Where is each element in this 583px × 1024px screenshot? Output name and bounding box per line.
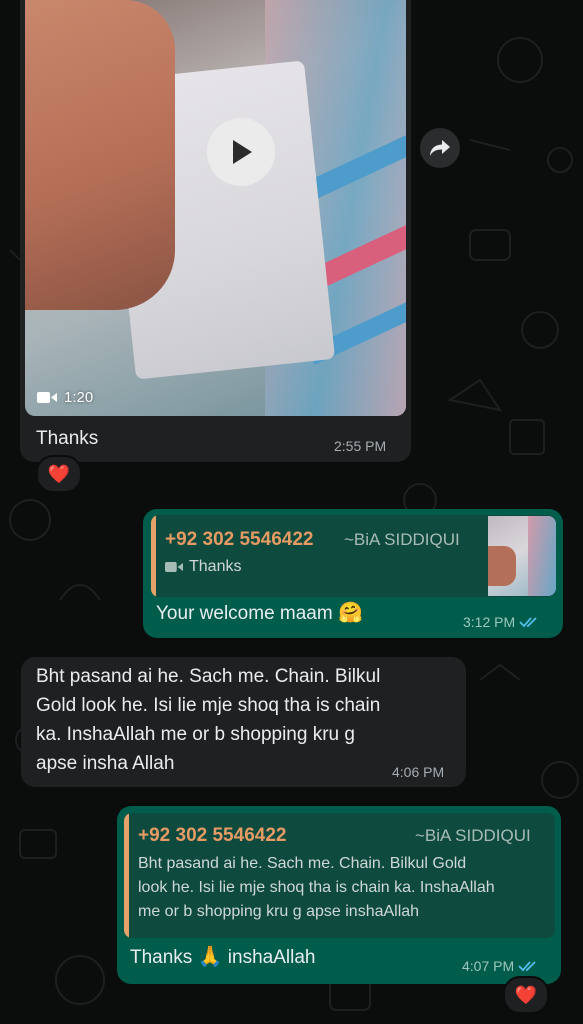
forward-icon [430,140,450,156]
quote-accent-bar [151,515,156,597]
hugging-face-emoji: 🤗 [338,602,363,624]
message-line: apse insha Allah [36,753,175,774]
message-time: 4:06 PM [392,764,445,780]
video-thumbnail[interactable]: 1:20 [25,0,406,416]
quote-line: look he. Isi lie mje shoq tha is chain k… [138,879,495,896]
play-button[interactable] [207,118,275,186]
video-camera-icon [165,562,183,572]
quoted-video-thumbnail [488,516,556,596]
message-line: Bht pasand ai he. Sach me. Chain. Bilkul [36,666,381,687]
double-check-icon [518,961,536,972]
quote-line: Bht pasand ai he. Sach me. Chain. Bilkul… [138,855,467,872]
play-icon [233,140,252,164]
message-text: Thanks [36,428,99,449]
message-text: Your welcome maam 🤗 [156,599,363,628]
message-text-end: inshaAllah [227,947,316,968]
quoted-message[interactable]: +92 302 5546422 ~BiA SIDDIQUI Thanks [151,515,556,597]
message-text: Thanks 🙏 inshaAllah [130,943,315,972]
quote-sender-phone: +92 302 5546422 [138,825,287,846]
double-check-icon [519,617,537,628]
quote-sender-phone: +92 302 5546422 [165,529,314,550]
heart-reaction[interactable]: ❤️ [36,455,82,493]
incoming-message-text: Bht pasand ai he. Sach me. Chain. Bilkul… [36,662,380,778]
video-duration: 1:20 [37,389,93,406]
folded-hands-emoji: 🙏 [197,946,223,968]
message-time: 4:07 PM [462,958,538,974]
message-text-body: Your welcome maam [156,603,333,624]
heart-reaction[interactable]: ❤️ [503,976,549,1014]
quote-sender-name: ~BiA SIDDIQUI [344,530,460,549]
quote-content: Thanks [165,558,241,576]
heart-reaction-emoji: ❤️ [514,984,538,1005]
message-time: 3:12 PM [463,614,539,630]
quote-line: me or b shopping kru g apse inshaAllah [138,903,420,920]
message-time-text: 4:07 PM [462,958,515,974]
video-duration-text: 1:20 [64,389,94,406]
message-line: Gold look he. Isi lie mje shoq tha is ch… [36,695,381,716]
video-camera-icon [37,392,57,403]
message-time-text: 3:12 PM [463,614,516,630]
quoted-message[interactable]: +92 302 5546422 ~BiA SIDDIQUI Bht pasand… [124,813,555,938]
message-line: ka. InshaAllah me or b shopping kru g [36,724,355,745]
message-time: 2:55 PM [334,438,387,454]
message-text-start: Thanks [130,947,193,968]
quote-text: Thanks [189,558,242,575]
heart-reaction-emoji: ❤️ [47,463,71,484]
quote-accent-bar [124,813,129,938]
forward-button[interactable] [420,128,460,168]
quote-text: Bht pasand ai he. Sach me. Chain. Bilkul… [138,852,495,924]
quote-sender-name: ~BiA SIDDIQUI [415,826,531,845]
hands [25,0,175,310]
